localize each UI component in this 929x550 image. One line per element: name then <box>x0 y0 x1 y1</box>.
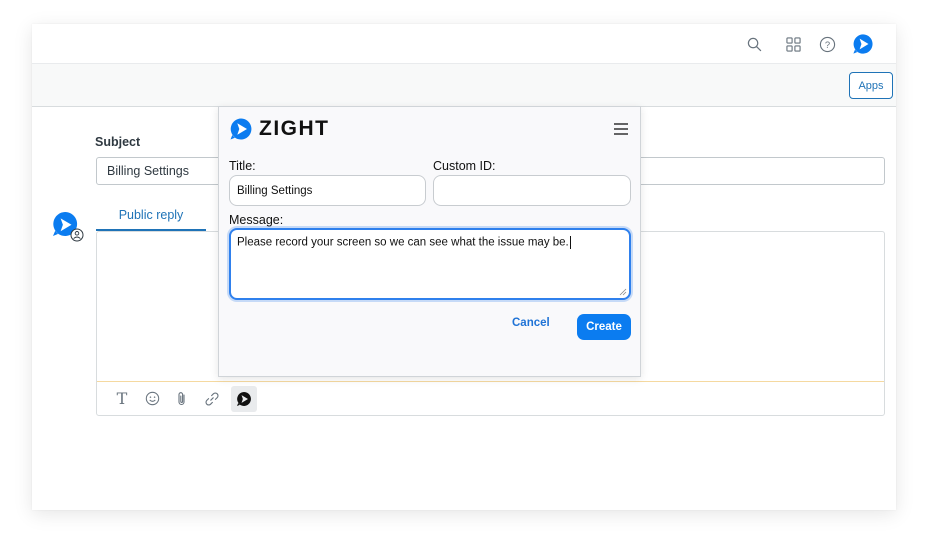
app-window: ? Apps Subject Billing Settings Public r… <box>32 24 896 510</box>
title-label: Title: <box>229 159 256 173</box>
tab-public-reply[interactable]: Public reply <box>96 205 206 231</box>
text-format-icon[interactable]: T <box>111 388 133 410</box>
cancel-button[interactable]: Cancel <box>512 317 550 329</box>
sub-bar: Apps <box>32 64 896 107</box>
editor-toolbar: T <box>97 381 884 415</box>
resize-grip-icon[interactable] <box>619 288 627 296</box>
apps-button[interactable]: Apps <box>849 72 893 99</box>
custom-id-input[interactable] <box>433 175 631 206</box>
message-textarea[interactable]: Please record your screen so we can see … <box>229 228 631 300</box>
title-input[interactable]: Billing Settings <box>229 175 426 206</box>
custom-id-label: Custom ID: <box>433 159 496 173</box>
search-icon[interactable] <box>743 33 765 55</box>
help-icon[interactable]: ? <box>816 33 838 55</box>
zight-logo: ZIGHT <box>229 117 330 141</box>
create-button[interactable]: Create <box>577 314 631 340</box>
grid-icon[interactable] <box>782 33 804 55</box>
subject-label: Subject <box>95 135 141 149</box>
message-label: Message: <box>229 213 284 227</box>
zight-logo-text: ZIGHT <box>259 117 330 140</box>
attachment-icon[interactable] <box>171 388 193 410</box>
svg-text:?: ? <box>824 40 829 51</box>
zight-modal: ZIGHT Title: Billing Settings Custom ID:… <box>218 106 641 377</box>
top-bar: ? <box>32 24 896 64</box>
zight-icon[interactable] <box>851 32 875 56</box>
agent-avatar <box>51 210 85 244</box>
text-cursor <box>569 236 571 249</box>
text-format-glyph: T <box>116 389 128 408</box>
zight-tool-icon[interactable] <box>231 385 257 412</box>
emoji-icon[interactable] <box>141 388 163 410</box>
message-text: Please record your screen so we can see … <box>237 236 569 249</box>
hamburger-menu-icon[interactable] <box>612 121 630 137</box>
link-icon[interactable] <box>201 388 223 410</box>
zight-logo-icon <box>230 118 252 140</box>
